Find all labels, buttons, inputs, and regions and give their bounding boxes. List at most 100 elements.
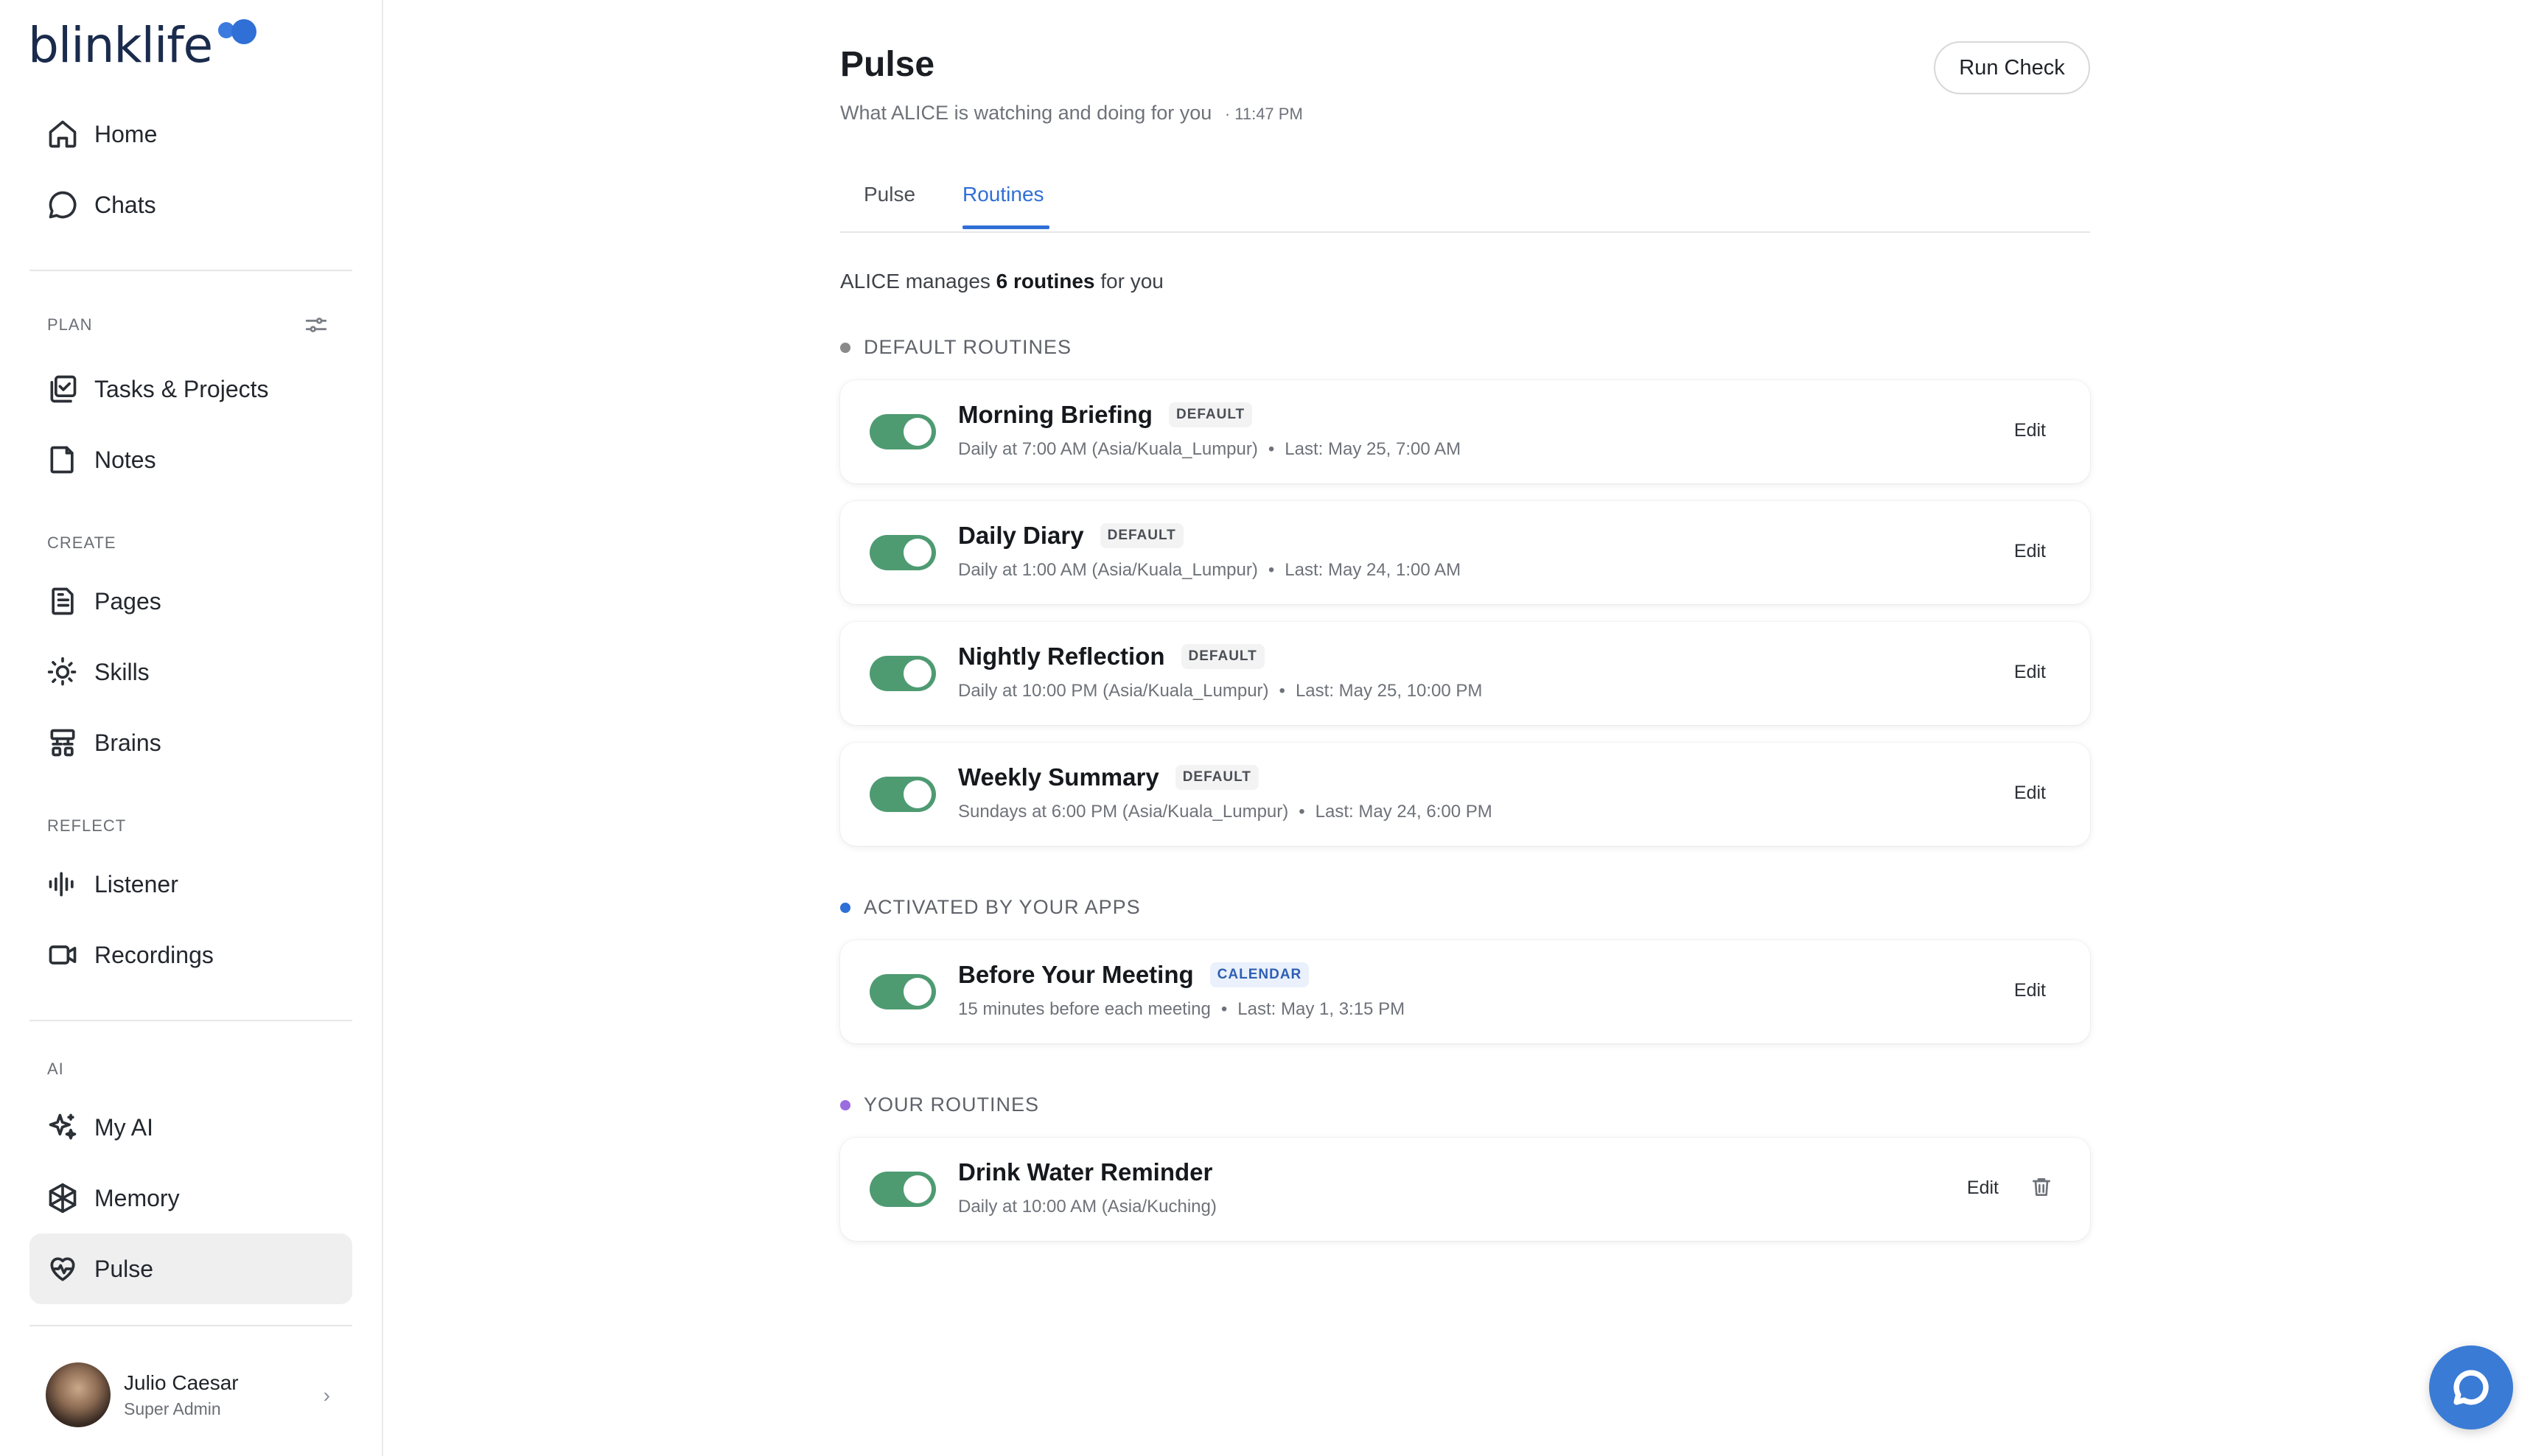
routine-toggle[interactable] <box>870 535 936 570</box>
sidebar-item-my-ai[interactable]: My AI <box>29 1092 352 1163</box>
edit-button[interactable]: Edit <box>2014 541 2046 562</box>
group-label: ACTIVATED BY YOUR APPS <box>864 896 1141 918</box>
edit-button[interactable]: Edit <box>2014 783 2046 804</box>
tab-pulse[interactable]: Pulse <box>864 183 915 206</box>
chevron-right-icon: › <box>323 1384 330 1407</box>
sidebar-item-home[interactable]: Home <box>29 99 352 169</box>
sidebar-item-label: Chats <box>94 191 156 218</box>
routine-title-row: Nightly Reflection DEFAULT <box>958 643 1265 671</box>
trash-icon[interactable] <box>2030 1175 2053 1200</box>
page-title: Pulse <box>840 45 935 84</box>
routine-title-row: Before Your Meeting CALENDAR <box>958 961 1310 989</box>
sidebar-divider <box>29 1325 352 1326</box>
edit-button[interactable]: Edit <box>1967 1177 1999 1199</box>
sidebar-item-label: Pages <box>94 587 161 615</box>
routine-schedule: Daily at 10:00 AM (Asia/Kuching) <box>958 1197 1217 1217</box>
routine-card: Daily Diary DEFAULT Daily at 1:00 AM (As… <box>840 501 2090 604</box>
waveform-icon <box>46 867 80 901</box>
routine-meta: Daily at 10:00 AM (Asia/Kuching) <box>958 1197 1217 1217</box>
edit-button[interactable]: Edit <box>2014 662 2046 683</box>
routine-badge: DEFAULT <box>1181 644 1265 669</box>
sidebar-item-label: Brains <box>94 729 161 756</box>
chat-support-button[interactable] <box>2429 1345 2513 1429</box>
sidebar-divider <box>29 1020 352 1021</box>
group-dot <box>840 902 850 913</box>
page-subtitle: What ALICE is watching and doing for you… <box>840 102 1303 125</box>
routine-title: Nightly Reflection <box>958 643 1165 670</box>
chat-bubble-icon <box>46 188 80 222</box>
tasks-icon <box>46 372 80 406</box>
sidebar-item-listener[interactable]: Listener <box>29 849 352 920</box>
tab-bar: Pulse Routines <box>840 174 2090 233</box>
routine-title: Morning Briefing <box>958 401 1153 428</box>
group-label: DEFAULT ROUTINES <box>864 336 1072 358</box>
sidebar-divider <box>29 270 352 271</box>
sidebar-item-notes[interactable]: Notes <box>29 424 352 495</box>
routine-badge: DEFAULT <box>1100 523 1184 548</box>
sidebar-item-recordings[interactable]: Recordings <box>29 920 352 990</box>
skills-icon <box>46 655 80 689</box>
routine-last-run: Last: May 24, 1:00 AM <box>1285 560 1461 580</box>
tab-routines[interactable]: Routines <box>962 183 1044 206</box>
routine-last-run: Last: May 1, 3:15 PM <box>1237 999 1405 1019</box>
user-profile[interactable]: Julio Caesar Super Admin › <box>29 1354 352 1435</box>
section-label-ai: AI <box>47 1060 64 1078</box>
sidebar-item-chats[interactable]: Chats <box>29 169 352 240</box>
sidebar-item-pages[interactable]: Pages <box>29 566 352 637</box>
routine-schedule: Daily at 7:00 AM (Asia/Kuala_Lumpur) <box>958 439 1258 459</box>
sidebar-item-label: Skills <box>94 658 150 685</box>
memory-icon <box>46 1181 80 1215</box>
edit-button[interactable]: Edit <box>2014 420 2046 441</box>
meta-separator: • <box>1299 802 1305 822</box>
group-dot <box>840 1099 850 1110</box>
heart-pulse-icon <box>46 1252 80 1286</box>
routine-count: 6 routines <box>996 270 1095 293</box>
group-dot <box>840 342 850 353</box>
group-label: YOUR ROUTINES <box>864 1093 1040 1116</box>
run-check-button[interactable]: Run Check <box>1934 41 2090 94</box>
subtitle-text: What ALICE is watching and doing for you <box>840 102 1212 124</box>
sidebar-item-label: Notes <box>94 446 156 473</box>
routine-meta: Daily at 7:00 AM (Asia/Kuala_Lumpur) • Las… <box>958 439 1461 460</box>
video-icon <box>46 938 80 972</box>
sidebar-item-label: Memory <box>94 1184 180 1211</box>
routine-toggle[interactable] <box>870 777 936 812</box>
routine-card: Morning Briefing DEFAULT Daily at 7:00 A… <box>840 380 2090 483</box>
sidebar-item-skills[interactable]: Skills <box>29 637 352 707</box>
meta-separator: • <box>1268 560 1275 580</box>
routine-card: Nightly Reflection DEFAULT Daily at 10:0… <box>840 622 2090 725</box>
group-header-yours: YOUR ROUTINES <box>840 1093 1039 1116</box>
sliders-icon[interactable] <box>304 312 329 337</box>
edit-button[interactable]: Edit <box>2014 980 2046 1001</box>
meta-separator: • <box>1220 999 1228 1019</box>
routine-title: Weekly Summary <box>958 763 1159 791</box>
active-tab-indicator <box>962 225 1049 229</box>
chat-bubble-icon <box>2450 1367 2492 1408</box>
avatar <box>46 1362 111 1427</box>
sidebar-item-label: Recordings <box>94 941 214 968</box>
page-icon <box>46 584 80 618</box>
routine-last-run: Last: May 24, 6:00 PM <box>1315 802 1492 822</box>
routine-title: Drink Water Reminder <box>958 1158 1213 1186</box>
sidebar-item-memory[interactable]: Memory <box>29 1163 352 1233</box>
sidebar-item-tasks-projects[interactable]: Tasks & Projects <box>29 354 352 424</box>
user-info: Julio Caesar Super Admin <box>124 1371 239 1419</box>
sidebar-item-brains[interactable]: Brains <box>29 707 352 778</box>
routine-toggle[interactable] <box>870 656 936 691</box>
brand-logo[interactable]: blinklife <box>28 16 265 75</box>
section-label-reflect: REFLECT <box>47 816 127 835</box>
sparkle-icon <box>46 1110 80 1144</box>
routine-meta: Daily at 1:00 AM (Asia/Kuala_Lumpur) • Las… <box>958 560 1461 581</box>
routine-toggle[interactable] <box>870 1172 936 1207</box>
sidebar-item-label: Tasks & Projects <box>94 375 269 402</box>
routine-title-row: Daily Diary DEFAULT <box>958 522 1184 550</box>
routine-badge: CALENDAR <box>1209 962 1310 987</box>
routine-title-row: Weekly Summary DEFAULT <box>958 763 1259 791</box>
routine-schedule: Daily at 10:00 PM (Asia/Kuala_Lumpur) <box>958 681 1269 701</box>
routine-toggle[interactable] <box>870 414 936 449</box>
routine-title: Before Your Meeting <box>958 961 1194 988</box>
routine-toggle[interactable] <box>870 974 936 1009</box>
routine-schedule: 15 minutes before each meeting <box>958 999 1211 1019</box>
sidebar-item-pulse[interactable]: Pulse <box>29 1233 352 1304</box>
routine-card: Drink Water Reminder Daily at 10:00 AM (… <box>840 1138 2090 1241</box>
